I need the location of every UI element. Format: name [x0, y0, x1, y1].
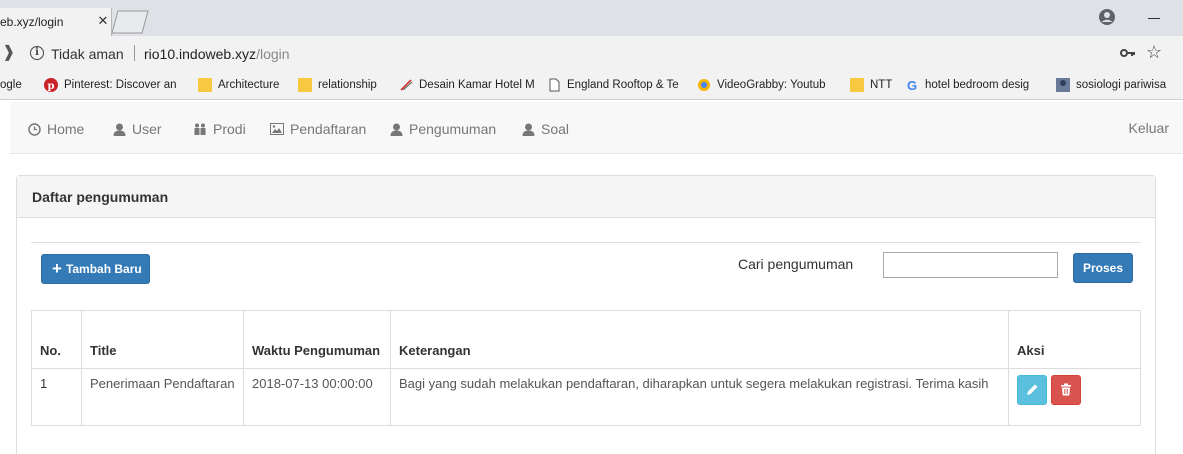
folder-icon: [298, 78, 312, 92]
announcement-panel: Daftar pengumuman + Tambah Baru Cari pen…: [16, 175, 1156, 454]
url-path: /login: [256, 46, 290, 62]
cell-no: 1: [31, 368, 82, 426]
tab-title: eb.xyz/login: [0, 15, 64, 29]
picture-icon: [270, 123, 284, 135]
bookmark-hotel-bedroom[interactable]: G hotel bedroom desig: [905, 77, 1039, 93]
folder-icon: [850, 78, 864, 92]
group-icon: [194, 123, 206, 135]
search-input[interactable]: [883, 252, 1058, 278]
col-header-waktu: Waktu Pengumuman: [243, 310, 391, 369]
key-icon[interactable]: [1120, 47, 1136, 59]
pinterest-icon: p: [44, 78, 58, 92]
add-new-label: Tambah Baru: [65, 262, 142, 276]
security-label[interactable]: Tidak aman: [51, 46, 124, 62]
profile-icon[interactable]: [1098, 8, 1116, 26]
user-icon: [522, 123, 535, 136]
bookmark-label: NTT: [870, 79, 893, 91]
url-field[interactable]: rio10.indoweb.xyz/login: [144, 46, 290, 62]
nav-item-prodi[interactable]: Prodi: [193, 120, 246, 138]
bookmark-star-icon[interactable]: ☆: [1146, 43, 1162, 61]
folder-icon: [198, 78, 212, 92]
bookmark-architecture[interactable]: Architecture: [198, 77, 279, 93]
col-header-no: No.: [31, 310, 82, 369]
announcement-table: No. Title Waktu Pengumuman Keterangan Ak…: [31, 310, 1141, 426]
nav-label-home: Home: [47, 121, 85, 137]
bookmark-videograbby[interactable]: VideoGrabby: Youtub: [697, 77, 841, 93]
bookmark-label: Desain Kamar Hotel M: [419, 79, 535, 91]
bookmark-google[interactable]: ogle: [0, 77, 22, 93]
panel-title: Daftar pengumuman: [17, 176, 1155, 218]
bookmark-sosiologi[interactable]: sosiologi pariwisa: [1056, 77, 1183, 93]
nav-item-pengumuman[interactable]: Pengumuman: [390, 120, 496, 138]
bookmark-label: England Rooftop & Te: [567, 79, 679, 91]
image-icon: [1056, 78, 1070, 92]
bookmark-england-rooftop[interactable]: England Rooftop & Te: [547, 77, 689, 93]
bookmark-label: ogle: [0, 79, 22, 91]
logout-link[interactable]: Keluar: [1129, 120, 1169, 136]
nav-label-pendaftaran: Pendaftaran: [290, 121, 367, 137]
user-icon: [390, 123, 403, 136]
bookmark-pinterest[interactable]: p Pinterest: Discover an: [44, 77, 186, 93]
svg-text:p: p: [48, 81, 55, 92]
user-icon: [113, 123, 126, 136]
search-label: Cari pengumuman: [738, 256, 854, 272]
minimize-icon[interactable]: [1148, 18, 1160, 19]
nav-item-pendaftaran[interactable]: Pendaftaran: [270, 120, 366, 138]
nav-label-pengumuman: Pengumuman: [409, 121, 497, 137]
panel-divider: [31, 242, 1141, 243]
nav-label-soal: Soal: [541, 121, 570, 137]
bookmark-label: VideoGrabby: Youtub: [717, 79, 826, 91]
add-new-button[interactable]: + Tambah Baru: [41, 254, 150, 284]
tab-close-icon[interactable]: ✕: [96, 14, 110, 28]
col-header-title: Title: [81, 310, 244, 369]
page-icon: [549, 78, 560, 92]
nav-label-user: User: [132, 121, 162, 137]
new-tab-button[interactable]: [110, 10, 150, 34]
plus-icon: +: [52, 259, 62, 278]
cell-waktu: 2018-07-13 00:00:00: [243, 368, 391, 426]
nav-item-soal[interactable]: Soal: [522, 120, 569, 138]
browser-tab[interactable]: eb.xyz/login ✕: [0, 8, 112, 36]
col-header-keterangan: Keterangan: [390, 310, 1009, 369]
pencil-icon: [1026, 384, 1037, 395]
trash-icon: [1061, 383, 1071, 396]
bookmark-desain-kamar[interactable]: Desain Kamar Hotel M: [399, 77, 539, 93]
bookmark-label: relationship: [318, 79, 377, 91]
bookmark-ntt[interactable]: NTT: [850, 77, 892, 93]
nav-item-user[interactable]: User: [113, 120, 162, 138]
cell-keterangan: Bagi yang sudah melakukan pendaftaran, d…: [390, 368, 1009, 426]
url-host: rio10.indoweb.xyz: [144, 46, 257, 62]
nav-label-prodi: Prodi: [213, 121, 246, 137]
back-partial-icon[interactable]: ❱: [2, 45, 15, 61]
cell-title: Penerimaan Pendaftaran: [81, 368, 244, 426]
bookmarks-bar: ogle p Pinterest: Discover an Architectu…: [0, 70, 1183, 100]
bookmark-relationship[interactable]: relationship: [298, 77, 377, 93]
bookmark-label: Pinterest: Discover an: [64, 79, 177, 91]
pen-icon: [400, 79, 413, 91]
google-icon: G: [907, 78, 917, 92]
cell-aksi: [1008, 368, 1141, 426]
url-separator: [134, 45, 135, 61]
browser-titlebar: eb.xyz/login ✕: [0, 0, 1183, 36]
svg-text:G: G: [907, 78, 917, 92]
delete-button[interactable]: [1051, 375, 1081, 405]
bookmark-label: hotel bedroom desig: [925, 79, 1030, 91]
main-navbar: Home User Prodi Pendaftaran Pengumuman S…: [10, 102, 1183, 154]
bookmark-label: sosiologi pariwisa: [1076, 79, 1167, 91]
table-row: 1 Penerimaan Pendaftaran 2018-07-13 00:0…: [31, 368, 1141, 426]
table-header-row: No. Title Waktu Pengumuman Keterangan Ak…: [31, 310, 1141, 369]
search-submit-button[interactable]: Proses: [1073, 253, 1133, 283]
info-icon[interactable]: i: [30, 46, 44, 60]
edit-button[interactable]: [1017, 375, 1047, 405]
clock-icon: [28, 122, 41, 136]
nav-item-home[interactable]: Home: [28, 120, 84, 138]
address-bar: ❱ i Tidak aman rio10.indoweb.xyz/login ☆: [0, 36, 1183, 70]
videograbby-icon: [698, 79, 710, 91]
bookmark-label: Architecture: [218, 79, 280, 91]
col-header-aksi: Aksi: [1008, 310, 1141, 369]
